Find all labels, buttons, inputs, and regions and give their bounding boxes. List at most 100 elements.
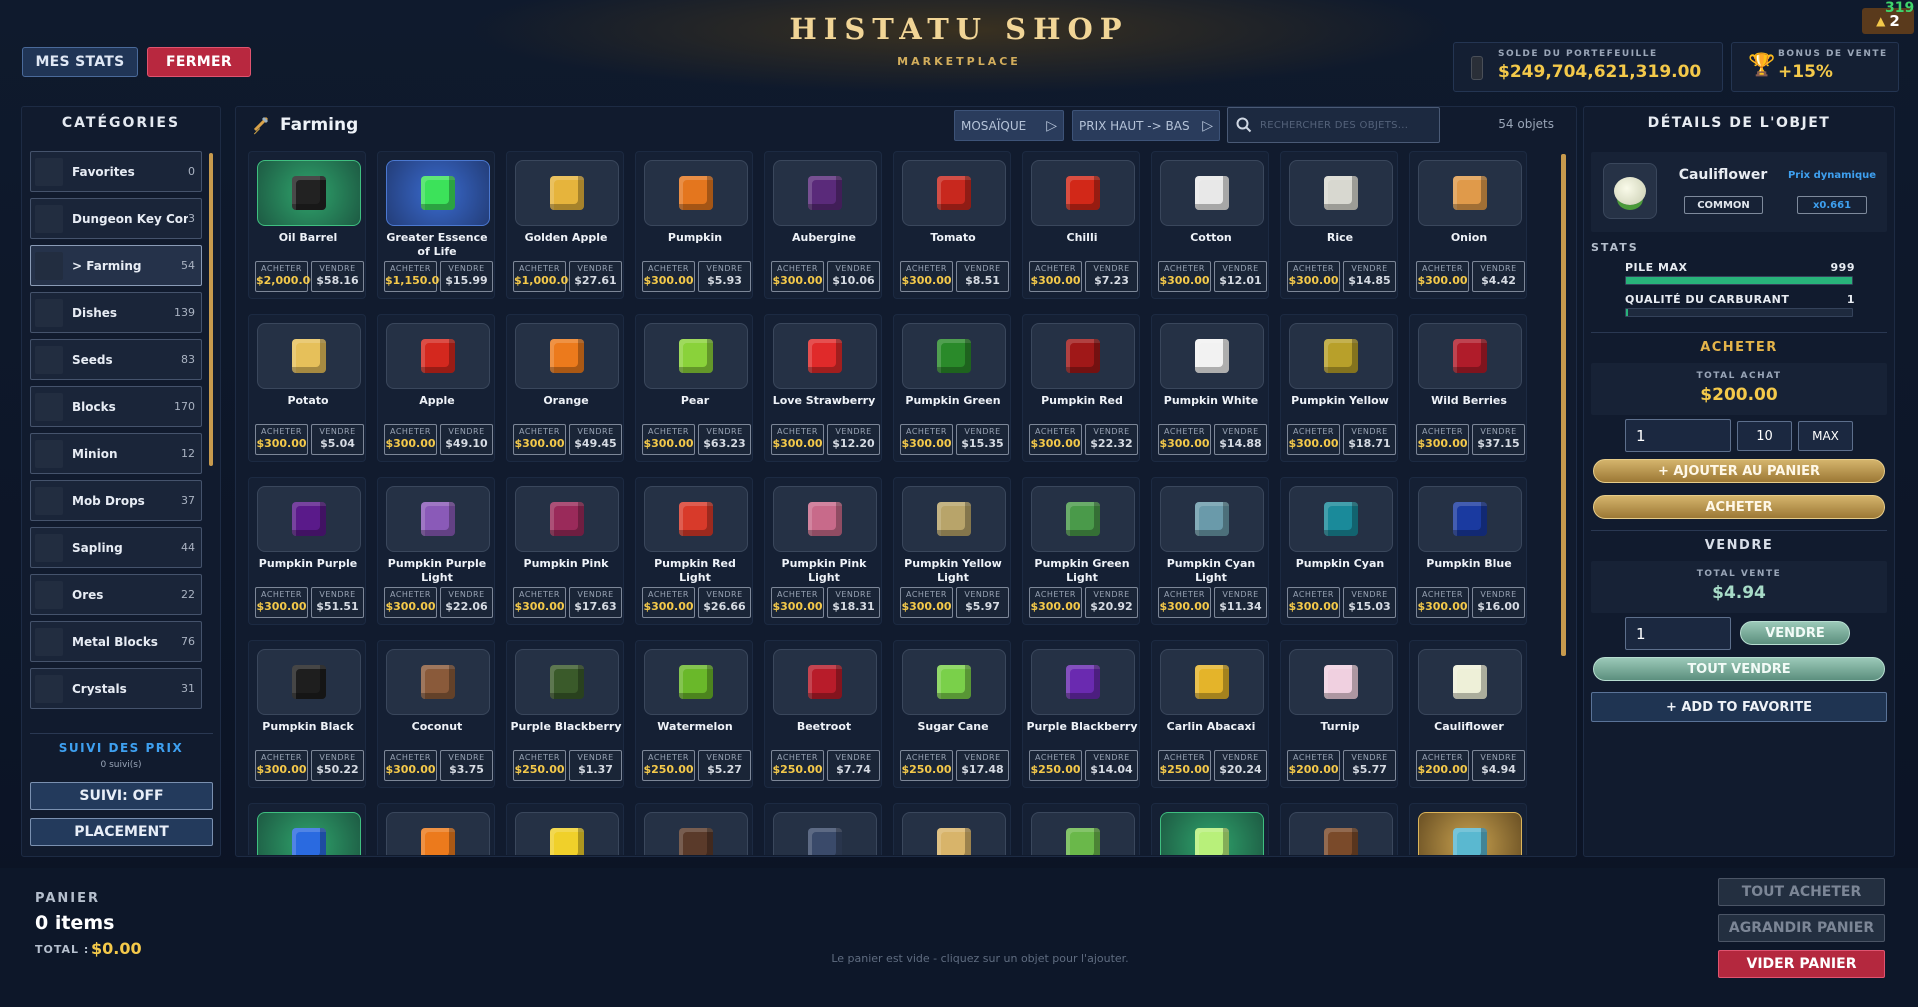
item-card[interactable]: Pumpkin Purple ACHETER $300.00 VENDRE $51.51: [248, 477, 366, 625]
buy-price-box[interactable]: ACHETER $300.00: [642, 424, 695, 455]
sidebar-item-dishes[interactable]: Dishes 139: [30, 292, 202, 333]
buy-price-box[interactable]: ACHETER $300.00: [771, 587, 824, 618]
sell-price-box[interactable]: VENDRE $51.51: [311, 587, 364, 618]
item-card[interactable]: Pumpkin Pink Light ACHETER $300.00 VENDRE $1…: [764, 477, 882, 625]
sell-price-box[interactable]: VENDRE $15.35: [956, 424, 1009, 455]
sell-price-box[interactable]: VENDRE $50.22: [311, 750, 364, 781]
sidebar-item-crystals[interactable]: Crystals 31: [30, 668, 202, 709]
item-card[interactable]: Carlin Abacaxi ACHETER $250.00 VENDRE $20.24: [1151, 640, 1269, 788]
sell-price-box[interactable]: VENDRE $3.75: [440, 750, 493, 781]
buy-price-box[interactable]: ACHETER $300.00: [1416, 587, 1469, 618]
item-card[interactable]: Cauliflower ACHETER $200.00 VENDRE $4.94: [1409, 640, 1527, 788]
sell-price-box[interactable]: VENDRE $8.51: [956, 261, 1009, 292]
buy-price-box[interactable]: ACHETER $300.00: [384, 587, 437, 618]
buy-price-box[interactable]: ACHETER $300.00: [255, 587, 308, 618]
buy-price-box[interactable]: ACHETER $300.00: [642, 261, 695, 292]
item-card[interactable]: Cotton ACHETER $300.00 VENDRE $12.01: [1151, 151, 1269, 299]
quantity-max-button[interactable]: MAX: [1798, 421, 1853, 451]
item-card[interactable]: Turnip ACHETER $200.00 VENDRE $5.77: [1280, 640, 1398, 788]
buy-price-box[interactable]: ACHETER $300.00: [771, 424, 824, 455]
buy-price-box[interactable]: ACHETER $2,000.00: [255, 261, 318, 292]
sell-price-box[interactable]: VENDRE $16.00: [1472, 587, 1525, 618]
buy-price-box[interactable]: ACHETER $300.00: [255, 750, 308, 781]
item-card[interactable]: Coconut ACHETER $300.00 VENDRE $3.75: [377, 640, 495, 788]
item-card[interactable]: [1022, 803, 1140, 855]
item-card[interactable]: Potato ACHETER $300.00 VENDRE $5.04: [248, 314, 366, 462]
item-card[interactable]: Chilli ACHETER $300.00 VENDRE $7.23: [1022, 151, 1140, 299]
item-card[interactable]: Pumpkin Black ACHETER $300.00 VENDRE $50.22: [248, 640, 366, 788]
buy-price-box[interactable]: ACHETER $300.00: [1158, 261, 1211, 292]
item-card[interactable]: [635, 803, 753, 855]
item-card[interactable]: [506, 803, 624, 855]
item-card[interactable]: Orange ACHETER $300.00 VENDRE $49.45: [506, 314, 624, 462]
buy-price-box[interactable]: ACHETER $300.00: [1287, 424, 1340, 455]
sell-price-box[interactable]: VENDRE $5.04: [311, 424, 364, 455]
sell-price-box[interactable]: VENDRE $18.31: [827, 587, 880, 618]
buy-price-box[interactable]: ACHETER $300.00: [642, 587, 695, 618]
sell-price-box[interactable]: VENDRE $15.03: [1343, 587, 1396, 618]
sell-price-box[interactable]: VENDRE $5.97: [956, 587, 1009, 618]
sell-price-box[interactable]: VENDRE $5.27: [698, 750, 751, 781]
sidebar-item-farming[interactable]: > Farming 54: [30, 245, 202, 286]
item-card[interactable]: [1151, 803, 1269, 855]
buy-price-box[interactable]: ACHETER $250.00: [642, 750, 695, 781]
item-card[interactable]: Watermelon ACHETER $250.00 VENDRE $5.27: [635, 640, 753, 788]
buy-price-box[interactable]: ACHETER $300.00: [1158, 587, 1211, 618]
buy-price-box[interactable]: ACHETER $300.00: [384, 424, 437, 455]
sell-price-box[interactable]: VENDRE $22.32: [1085, 424, 1138, 455]
item-card[interactable]: [1280, 803, 1398, 855]
sell-price-box[interactable]: VENDRE $49.45: [569, 424, 622, 455]
sidebar-item-sapling[interactable]: Sapling 44: [30, 527, 202, 568]
buy-price-box[interactable]: ACHETER $300.00: [1029, 261, 1082, 292]
sidebar-item-metal-blocks[interactable]: Metal Blocks 76: [30, 621, 202, 662]
sell-all-button[interactable]: TOUT VENDRE: [1593, 657, 1885, 681]
add-to-cart-button[interactable]: + AJOUTER AU PANIER: [1593, 459, 1885, 483]
sell-price-box[interactable]: VENDRE $5.93: [698, 261, 751, 292]
item-card[interactable]: Rice ACHETER $300.00 VENDRE $14.85: [1280, 151, 1398, 299]
sell-price-box[interactable]: VENDRE $1.37: [569, 750, 622, 781]
item-card[interactable]: Pumpkin Purple Light ACHETER $300.00 VENDRE…: [377, 477, 495, 625]
expand-cart-button[interactable]: AGRANDIR PANIER: [1718, 914, 1885, 942]
item-card[interactable]: [248, 803, 366, 855]
item-card[interactable]: Purple Blackberry ACHETER $250.00 VENDRE $14…: [1022, 640, 1140, 788]
sell-price-box[interactable]: VENDRE $11.34: [1214, 587, 1267, 618]
placement-button[interactable]: PLACEMENT: [30, 818, 213, 846]
buy-price-box[interactable]: ACHETER $300.00: [1416, 424, 1469, 455]
item-card[interactable]: Pumpkin Red ACHETER $300.00 VENDRE $22.32: [1022, 314, 1140, 462]
sell-price-box[interactable]: VENDRE $18.71: [1343, 424, 1396, 455]
buy-price-box[interactable]: ACHETER $250.00: [1029, 750, 1082, 781]
item-card[interactable]: Pear ACHETER $300.00 VENDRE $63.23: [635, 314, 753, 462]
item-card[interactable]: Pumpkin Yellow ACHETER $300.00 VENDRE $18.71: [1280, 314, 1398, 462]
item-card[interactable]: Pumpkin Pink ACHETER $300.00 VENDRE $17.63: [506, 477, 624, 625]
sell-price-box[interactable]: VENDRE $7.23: [1085, 261, 1138, 292]
buy-price-box[interactable]: ACHETER $300.00: [1158, 424, 1211, 455]
sidebar-item-blocks[interactable]: Blocks 170: [30, 386, 202, 427]
item-card[interactable]: Sugar Cane ACHETER $250.00 VENDRE $17.48: [893, 640, 1011, 788]
sell-price-box[interactable]: VENDRE $5.77: [1343, 750, 1396, 781]
buy-price-box[interactable]: ACHETER $250.00: [900, 750, 953, 781]
sell-price-box[interactable]: VENDRE $12.20: [827, 424, 880, 455]
item-card[interactable]: Wild Berries ACHETER $300.00 VENDRE $37.15: [1409, 314, 1527, 462]
sell-price-box[interactable]: VENDRE $4.42: [1472, 261, 1525, 292]
buy-price-box[interactable]: ACHETER $300.00: [384, 750, 437, 781]
item-card[interactable]: Pumpkin Red Light ACHETER $300.00 VENDRE $26…: [635, 477, 753, 625]
buy-price-box[interactable]: ACHETER $300.00: [900, 261, 953, 292]
item-card[interactable]: Pumpkin Green Light ACHETER $300.00 VENDRE $…: [1022, 477, 1140, 625]
sell-price-box[interactable]: VENDRE $14.85: [1343, 261, 1396, 292]
sell-price-box[interactable]: VENDRE $4.94: [1472, 750, 1525, 781]
buy-price-box[interactable]: ACHETER $300.00: [255, 424, 308, 455]
sell-quantity-input[interactable]: 1: [1625, 617, 1731, 650]
sell-price-box[interactable]: VENDRE $49.10: [440, 424, 493, 455]
sidebar-item-mob-drops[interactable]: Mob Drops 37: [30, 480, 202, 521]
sell-price-box[interactable]: VENDRE $7.74: [827, 750, 880, 781]
sidebar-item-seeds[interactable]: Seeds 83: [30, 339, 202, 380]
sidebar-item-ores[interactable]: Ores 22: [30, 574, 202, 615]
buy-price-box[interactable]: ACHETER $300.00: [1287, 587, 1340, 618]
sell-price-box[interactable]: VENDRE $20.24: [1214, 750, 1267, 781]
grid-scrollbar[interactable]: [1561, 154, 1566, 656]
buy-price-box[interactable]: ACHETER $300.00: [1029, 424, 1082, 455]
buy-price-box[interactable]: ACHETER $300.00: [771, 261, 824, 292]
buy-price-box[interactable]: ACHETER $300.00: [900, 587, 953, 618]
item-card[interactable]: Pumpkin White ACHETER $300.00 VENDRE $14.88: [1151, 314, 1269, 462]
sidebar-item-minion[interactable]: Minion 12: [30, 433, 202, 474]
